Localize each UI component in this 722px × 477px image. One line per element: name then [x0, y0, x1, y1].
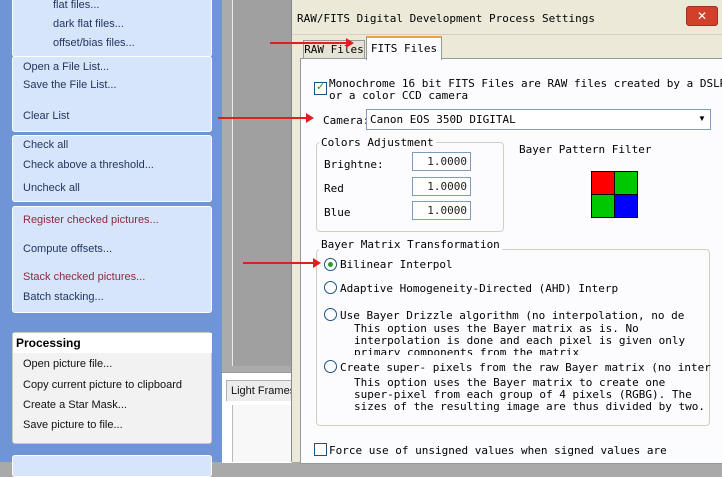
annotation-arrow-camera	[218, 113, 314, 123]
copy-picture-link[interactable]: Copy current picture to clipboard	[23, 379, 182, 391]
bayer-cell-green-2	[591, 194, 615, 218]
bayer-pattern-title: Bayer Pattern Filter	[519, 143, 652, 156]
camera-label: Camera:	[323, 114, 370, 127]
processing-header: Processing	[13, 333, 212, 353]
task-pane: flat files... dark flat files... offset/…	[0, 0, 222, 477]
batch-stacking-link[interactable]: Batch stacking...	[23, 291, 104, 303]
superpixel-label: Create super- pixels from the raw Bayer …	[340, 361, 711, 374]
chevron-down-icon[interactable]: ▼	[694, 110, 710, 129]
save-file-list-link[interactable]: Save the File List...	[23, 79, 117, 91]
bilinear-label: Bilinear Interpol	[340, 258, 453, 271]
bayer-transform-title: Bayer Matrix Transformation	[319, 238, 502, 251]
bayer-cell-blue	[614, 194, 638, 218]
compute-offsets-link[interactable]: Compute offsets...	[23, 243, 112, 255]
processing-group: Processing Open picture file... Copy cur…	[12, 332, 212, 444]
drizzle-desc-3: primary components from the matrix	[354, 346, 580, 355]
camera-select[interactable]: Canon EOS 350D DIGITAL ▼	[366, 109, 711, 130]
monochrome-checkbox[interactable]	[314, 80, 327, 95]
open-file-list-link[interactable]: Open a File List...	[23, 61, 109, 73]
colors-adjustment-title: Colors Adjustment	[319, 136, 436, 149]
superpixel-desc-3: sizes of the resulting image are thus di…	[354, 400, 705, 413]
monochrome-label-2: or a color CCD camera	[329, 89, 469, 102]
annotation-arrow-bilinear	[243, 258, 321, 268]
force-unsigned-label: Force use of unsigned values when signed…	[329, 444, 667, 457]
close-icon: ✕	[696, 9, 708, 23]
annotation-arrow-tab	[270, 38, 354, 48]
bilinear-radio[interactable]	[324, 258, 337, 271]
drizzle-desc-clip: primary components from the matrix	[354, 346, 654, 355]
stack-checked-link[interactable]: Stack checked pictures...	[23, 271, 145, 283]
create-star-mask-link[interactable]: Create a Star Mask...	[23, 399, 127, 411]
tab-light-frames[interactable]: Light Frames	[226, 380, 298, 401]
stacking-group: Register checked pictures... Compute off…	[12, 206, 212, 313]
camera-value: Canon EOS 350D DIGITAL	[370, 113, 516, 126]
clear-list-link[interactable]: Clear List	[23, 110, 69, 122]
close-button[interactable]: ✕	[686, 6, 718, 26]
force-unsigned-checkbox[interactable]	[314, 443, 327, 456]
calibration-files-group: flat files... dark flat files... offset/…	[12, 0, 212, 57]
file-list-area	[232, 405, 293, 462]
bayer-cell-red	[591, 171, 615, 195]
uncheck-all-link[interactable]: Uncheck all	[23, 182, 80, 194]
blue-label: Blue	[324, 206, 351, 219]
save-picture-link[interactable]: Save picture to file...	[23, 419, 123, 431]
dialog-title: RAW/FITS Digital Development Process Set…	[297, 12, 596, 25]
check-group: Check all Check above a threshold... Unc…	[12, 135, 212, 202]
blue-field[interactable]: 1.0000	[412, 201, 471, 220]
picture-panel	[232, 0, 293, 366]
dark-flat-files-link[interactable]: dark flat files...	[53, 18, 124, 30]
bayer-cell-green-1	[614, 171, 638, 195]
superpixel-radio[interactable]	[324, 360, 337, 373]
brightness-field[interactable]: 1.0000	[412, 152, 471, 171]
flat-files-link[interactable]: flat files...	[53, 0, 99, 11]
check-all-link[interactable]: Check all	[23, 139, 68, 151]
register-checked-link[interactable]: Register checked pictures...	[23, 214, 159, 226]
offset-bias-files-link[interactable]: offset/bias files...	[53, 37, 135, 49]
ahd-label: Adaptive Homogeneity-Directed (AHD) Inte…	[340, 282, 619, 295]
brightness-label: Brightne:	[324, 158, 384, 171]
drizzle-label: Use Bayer Drizzle algorithm (no interpol…	[340, 309, 685, 322]
tab-fits-files[interactable]: FITS Files	[366, 36, 442, 60]
drizzle-radio[interactable]	[324, 308, 337, 321]
next-group-edge	[12, 455, 212, 477]
check-above-threshold-link[interactable]: Check above a threshold...	[23, 159, 154, 171]
red-field[interactable]: 1.0000	[412, 177, 471, 196]
file-list-group: Open a File List... Save the File List..…	[12, 56, 212, 132]
red-label: Red	[324, 182, 344, 195]
bayer-pattern-grid	[591, 171, 638, 218]
ahd-radio[interactable]	[324, 281, 337, 294]
open-picture-link[interactable]: Open picture file...	[23, 358, 112, 370]
